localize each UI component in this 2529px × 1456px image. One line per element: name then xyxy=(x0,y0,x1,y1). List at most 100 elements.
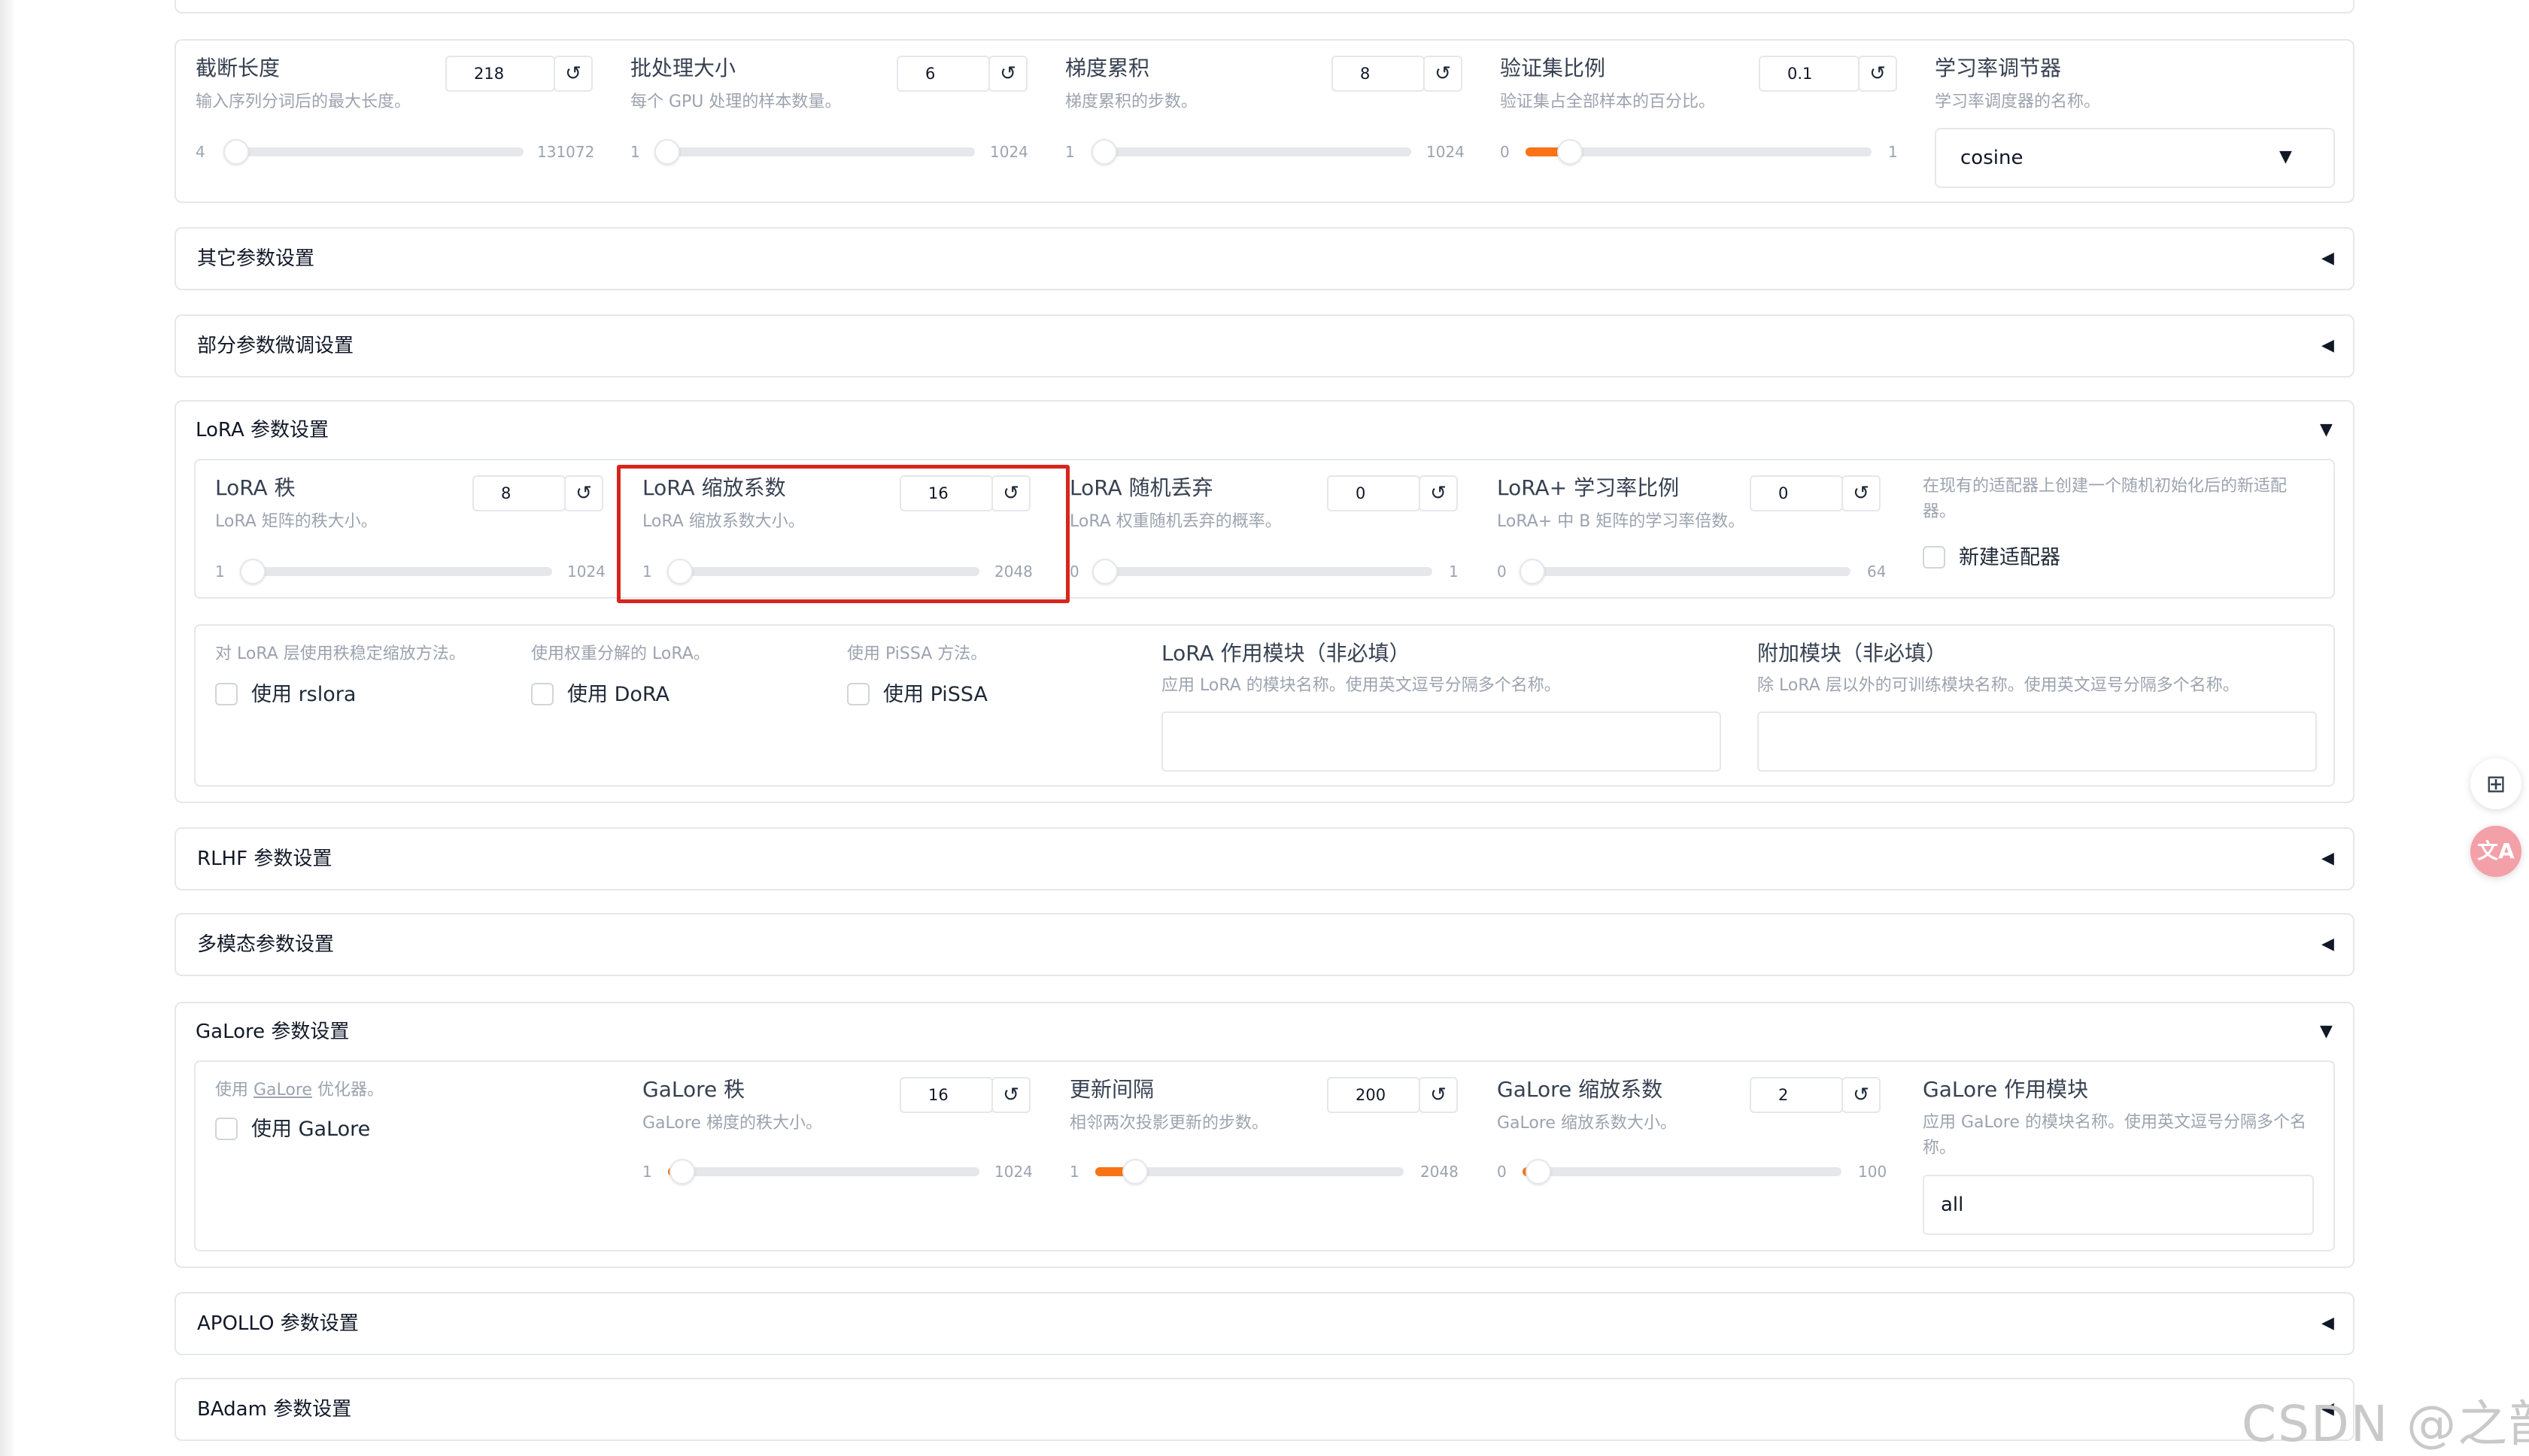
batch-size-slider-thumb[interactable] xyxy=(654,139,681,165)
translate-icon[interactable]: 文A xyxy=(2470,826,2521,877)
galore-rank-number-input[interactable]: 16 xyxy=(900,1077,993,1113)
reset-icon: ↺ xyxy=(1003,1084,1019,1106)
use-galore-checkbox[interactable] xyxy=(215,1118,238,1140)
dora-info: 使用权重分解的 LoRA。 xyxy=(531,645,710,663)
accordion-multimodal-params[interactable]: 多模态参数设置 ◀ xyxy=(175,913,2354,976)
expand-arrow-icon[interactable]: ▼ xyxy=(2320,1023,2333,1041)
use-galore-info-prefix: 使用 xyxy=(215,1081,254,1100)
update-interval-slider-thumb[interactable] xyxy=(1122,1159,1148,1185)
cutoff-slider-thumb[interactable] xyxy=(223,139,249,165)
loraplus-ratio-min: 0 xyxy=(1497,563,1507,581)
batch-size-min: 1 xyxy=(630,143,640,161)
galore-rank-max: 1024 xyxy=(994,1163,1033,1181)
lr-scheduler-dropdown[interactable]: cosine ▼ xyxy=(1935,128,2335,188)
lr-scheduler-label: 学习率调节器 xyxy=(1935,56,2062,80)
lora-accordion-title[interactable]: LoRA 参数设置 xyxy=(196,418,329,442)
cutoff-min: 4 xyxy=(196,143,205,161)
rslora-label: 使用 rslora xyxy=(251,683,357,706)
update-interval-info: 相邻两次投影更新的步数。 xyxy=(1070,1114,1269,1133)
grad-accum-number-input[interactable]: 8 xyxy=(1331,56,1425,92)
accordion-title: RLHF 参数设置 xyxy=(197,848,332,870)
rslora-checkbox[interactable] xyxy=(215,683,238,705)
galore-scale-slider-track[interactable] xyxy=(1523,1167,1841,1176)
loraplus-ratio-slider-thumb[interactable] xyxy=(1520,559,1545,584)
loraplus-ratio-number-input[interactable]: 0 xyxy=(1750,475,1843,511)
lora-rank-slider-track[interactable] xyxy=(241,567,552,576)
galore-scale-label: GaLore 缩放系数 xyxy=(1497,1077,1663,1102)
accordion-freeze-params[interactable]: 部分参数微调设置 ◀ xyxy=(175,314,2354,378)
additional-target-input[interactable] xyxy=(1757,711,2317,772)
chevron-down-icon: ▼ xyxy=(2279,147,2292,166)
reset-icon: ↺ xyxy=(1853,482,1869,505)
galore-link[interactable]: GaLore xyxy=(254,1081,312,1100)
lora-target-input[interactable] xyxy=(1161,711,1721,772)
batch-size-slider-track[interactable] xyxy=(656,147,975,156)
val-size-reset-button[interactable]: ↺ xyxy=(1858,56,1897,92)
pissa-checkbox[interactable] xyxy=(847,683,870,705)
loraplus-ratio-reset-button[interactable]: ↺ xyxy=(1841,475,1881,511)
lora-dropout-reset-button[interactable]: ↺ xyxy=(1419,475,1458,511)
accordion-badam-params[interactable]: BAdam 参数设置 ◀ xyxy=(175,1378,2354,1441)
cutoff-label: 截断长度 xyxy=(196,56,281,80)
cutoff-reset-button[interactable]: ↺ xyxy=(554,56,593,92)
lora-dropout-slider-thumb[interactable] xyxy=(1092,559,1118,584)
lr-scheduler-value: cosine xyxy=(1960,147,2024,169)
dora-label: 使用 DoRA xyxy=(567,683,670,706)
collapse-arrow-icon: ◀ xyxy=(2321,1314,2334,1333)
lora-rank-info: LoRA 矩阵的秩大小。 xyxy=(215,512,378,531)
accordion-title: 多模态参数设置 xyxy=(197,933,335,956)
batch-size-number-input[interactable]: 6 xyxy=(897,56,990,92)
accordion-title: 部分参数微调设置 xyxy=(197,335,354,357)
galore-rank-reset-button[interactable]: ↺ xyxy=(991,1077,1031,1113)
loraplus-ratio-max: 64 xyxy=(1867,563,1887,581)
accordion-other-params[interactable]: 其它参数设置 ◀ xyxy=(175,227,2354,290)
lora-rank-max: 1024 xyxy=(567,563,606,581)
lora-rank-slider-thumb[interactable] xyxy=(239,559,266,584)
galore-target-input[interactable]: all xyxy=(1923,1175,2314,1235)
lora-rank-number-input[interactable]: 8 xyxy=(472,475,566,511)
batch-size-reset-button[interactable]: ↺ xyxy=(988,56,1028,92)
cutoff-info: 输入序列分词后的最大长度。 xyxy=(196,93,411,111)
galore-scale-reset-button[interactable]: ↺ xyxy=(1841,1077,1881,1113)
galore-accordion-title[interactable]: GaLore 参数设置 xyxy=(196,1020,349,1044)
rslora-info: 对 LoRA 层使用秩稳定缩放方法。 xyxy=(215,645,466,663)
grad-accum-slider-thumb[interactable] xyxy=(1091,139,1117,165)
accordion-rlhf-params[interactable]: RLHF 参数设置 ◀ xyxy=(175,827,2354,890)
collapse-arrow-icon: ◀ xyxy=(2321,849,2334,868)
lora-rank-reset-button[interactable]: ↺ xyxy=(564,475,603,511)
lora-dropout-info: LoRA 权重随机丢弃的概率。 xyxy=(1070,512,1282,531)
accordion-title: BAdam 参数设置 xyxy=(197,1398,352,1421)
update-interval-reset-button[interactable]: ↺ xyxy=(1419,1077,1458,1113)
galore-rank-slider-track[interactable] xyxy=(668,1167,979,1176)
loraplus-ratio-slider-track[interactable] xyxy=(1523,567,1850,576)
galore-rank-info: GaLore 梯度的秩大小。 xyxy=(642,1114,822,1133)
accordion-apollo-params[interactable]: APOLLO 参数设置 ◀ xyxy=(175,1292,2354,1355)
pissa-info: 使用 PiSSA 方法。 xyxy=(847,645,988,663)
grad-accum-min: 1 xyxy=(1065,143,1075,161)
reset-icon: ↺ xyxy=(1853,1084,1869,1106)
lr-scheduler-info: 学习率调度器的名称。 xyxy=(1935,93,2101,111)
cutoff-slider-track[interactable] xyxy=(226,147,524,156)
update-interval-number-input[interactable]: 200 xyxy=(1327,1077,1420,1113)
loraplus-ratio-info: LoRA+ 中 B 矩阵的学习率倍数。 xyxy=(1497,512,1745,531)
expand-arrow-icon[interactable]: ▼ xyxy=(2320,421,2333,439)
cutoff-number-input[interactable]: 218 xyxy=(445,56,555,92)
lora-dropout-max: 1 xyxy=(1449,563,1459,581)
val-size-label: 验证集比例 xyxy=(1500,56,1606,80)
galore-rank-slider-thumb[interactable] xyxy=(669,1159,696,1185)
lora-dropout-slider-track[interactable] xyxy=(1095,567,1432,576)
val-size-slider-thumb[interactable] xyxy=(1557,139,1583,165)
use-galore-info: 使用 GaLore 优化器。 xyxy=(215,1080,384,1101)
galore-scale-number-input[interactable]: 2 xyxy=(1750,1077,1843,1113)
collapse-arrow-icon: ◀ xyxy=(2321,249,2334,268)
grad-accum-slider-track[interactable] xyxy=(1092,147,1411,156)
additional-target-label: 附加模块（非必填） xyxy=(1757,641,1948,666)
new-adapter-checkbox[interactable] xyxy=(1923,546,1945,569)
grad-accum-reset-button[interactable]: ↺ xyxy=(1423,56,1462,92)
dora-checkbox[interactable] xyxy=(531,683,554,705)
pissa-label: 使用 PiSSA xyxy=(883,683,988,706)
scan-qr-icon[interactable]: ⊞ xyxy=(2470,758,2521,809)
val-size-number-input[interactable]: 0.1 xyxy=(1759,56,1860,92)
use-galore-label: 使用 GaLore xyxy=(251,1118,371,1141)
lora-dropout-number-input[interactable]: 0 xyxy=(1327,475,1420,511)
